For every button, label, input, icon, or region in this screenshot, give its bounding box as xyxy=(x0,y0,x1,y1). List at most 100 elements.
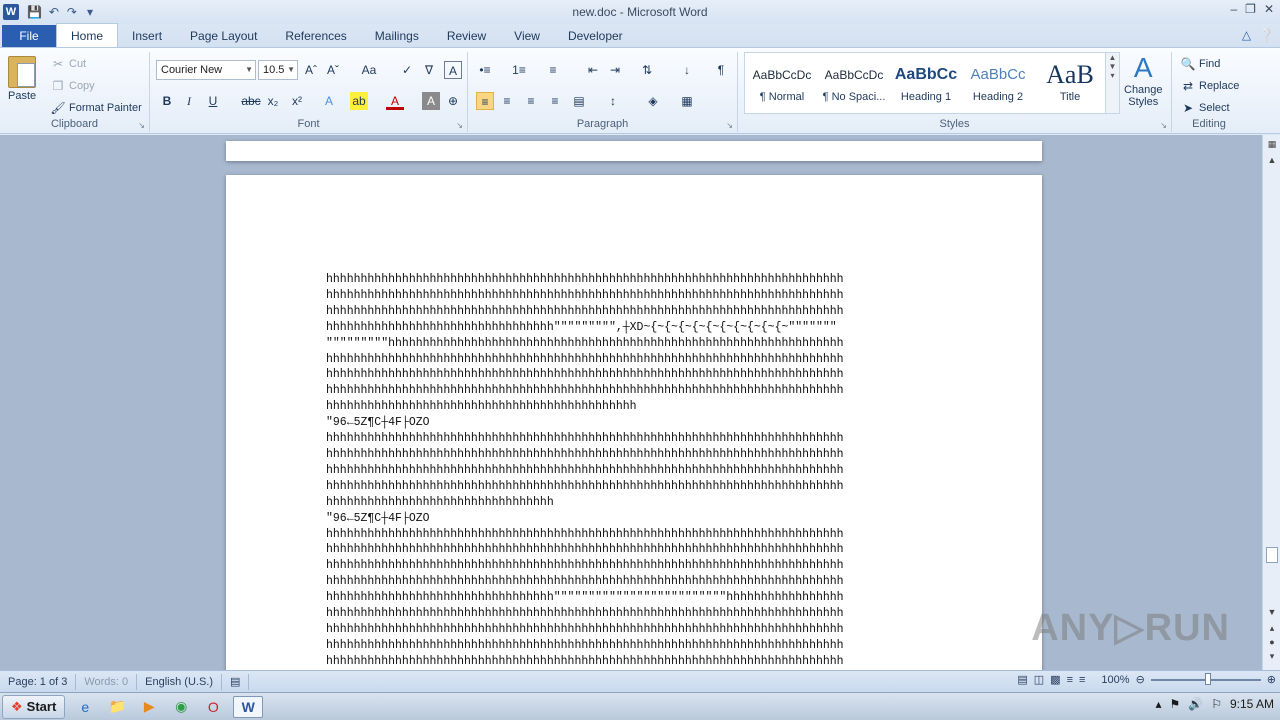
chrome-icon[interactable]: ◉ xyxy=(169,696,193,718)
redo-icon[interactable]: ↷ xyxy=(66,5,78,19)
document-line[interactable]: hhhhhhhhhhhhhhhhhhhhhhhhhhhhhhhhhhhhhhhh… xyxy=(326,367,946,383)
paragraph-launcher-icon[interactable]: ↘ xyxy=(726,121,733,130)
distributed-icon[interactable]: ▤ xyxy=(570,92,588,110)
document-line[interactable]: """""""""hhhhhhhhhhhhhhhhhhhhhhhhhhhhhhh… xyxy=(326,336,946,352)
start-button[interactable]: ❖ Start xyxy=(2,694,66,719)
volume-icon[interactable]: 🔊 xyxy=(1188,697,1203,711)
bold-button[interactable]: B xyxy=(158,92,176,110)
justify-icon[interactable]: ≡ xyxy=(546,92,564,110)
zoom-in-icon[interactable]: ⊕ xyxy=(1267,673,1276,686)
outline-view-icon[interactable]: ≡ xyxy=(1067,674,1073,686)
borders-icon[interactable]: ▦ xyxy=(678,92,696,110)
minimize-button[interactable]: – xyxy=(1230,2,1237,16)
font-name-combo[interactable]: Courier New ▼ xyxy=(156,60,256,80)
clock[interactable]: 9:15 AM xyxy=(1230,697,1274,711)
italic-button[interactable]: I xyxy=(180,92,198,110)
paste-button[interactable]: Paste xyxy=(8,56,36,102)
tab-home[interactable]: Home xyxy=(56,23,119,47)
document-line[interactable]: hhhhhhhhhhhhhhhhhhhhhhhhhhhhhhhhhhhhhhhh… xyxy=(326,352,946,368)
document-line[interactable]: hhhhhhhhhhhhhhhhhhhhhhhhhhhhhhhhh xyxy=(326,495,946,511)
strikethrough-button[interactable]: abc xyxy=(240,92,262,110)
tab-developer[interactable]: Developer xyxy=(554,25,637,47)
document-line[interactable]: hhhhhhhhhhhhhhhhhhhhhhhhhhhhhhhhhhhhhhhh… xyxy=(326,272,946,288)
document-line[interactable]: hhhhhhhhhhhhhhhhhhhhhhhhhhhhhhhhh"""""""… xyxy=(326,320,946,336)
align-left-icon[interactable]: ≡ xyxy=(476,92,494,110)
decrease-indent-icon[interactable]: ⇤ xyxy=(584,61,602,79)
numbering-icon[interactable]: 1≡ xyxy=(510,61,528,79)
clipboard-launcher-icon[interactable]: ↘ xyxy=(138,121,145,130)
ruler-toggle-icon[interactable]: ▦ xyxy=(1263,139,1280,150)
font-size-combo[interactable]: 10.5 ▼ xyxy=(258,60,298,80)
document-line[interactable]: hhhhhhhhhhhhhhhhhhhhhhhhhhhhhhhhhhhhhhhh… xyxy=(326,558,946,574)
spelling-icon[interactable]: ✓ xyxy=(398,61,416,79)
replace-button[interactable]: ⇄ Replace xyxy=(1180,78,1239,94)
styles-launcher-icon[interactable]: ↘ xyxy=(1160,121,1167,130)
word-app-icon[interactable]: W xyxy=(3,4,19,20)
tab-page-layout[interactable]: Page Layout xyxy=(176,25,271,47)
full-screen-reading-icon[interactable]: ◫ xyxy=(1034,673,1044,686)
zoom-out-icon[interactable]: ⊖ xyxy=(1136,673,1145,686)
document-line[interactable]: hhhhhhhhhhhhhhhhhhhhhhhhhhhhhhhhhhhhhhhh… xyxy=(326,479,946,495)
previous-page-icon[interactable]: ▴ xyxy=(1263,623,1280,634)
vertical-scrollbar[interactable]: ▦ ▲ ▼ ▴ ● ▾ xyxy=(1262,135,1280,670)
superscript-button[interactable]: x² xyxy=(288,92,306,110)
style-no-spacing[interactable]: AaBbCcDc ¶ No Spaci... xyxy=(819,59,889,111)
tab-references[interactable]: References xyxy=(271,25,360,47)
find-button[interactable]: 🔍 Find xyxy=(1180,56,1221,72)
cut-button[interactable]: ✂ Cut xyxy=(50,56,86,72)
document-line[interactable]: hhhhhhhhhhhhhhhhhhhhhhhhhhhhhhhhhhhhhhhh… xyxy=(326,606,946,622)
copy-button[interactable]: ❐ Copy xyxy=(50,78,95,94)
document-line[interactable]: hhhhhhhhhhhhhhhhhhhhhhhhhhhhhhhhhhhhhhhh… xyxy=(326,622,946,638)
asian-layout-icon[interactable]: ⇅ xyxy=(638,61,656,79)
style-heading-1[interactable]: AaBbCc Heading 1 xyxy=(891,59,961,111)
increase-indent-icon[interactable]: ⇥ xyxy=(606,61,624,79)
tab-mailings[interactable]: Mailings xyxy=(361,25,433,47)
scroll-down-icon[interactable]: ▼ xyxy=(1263,607,1280,617)
show-hide-button[interactable]: ¶ xyxy=(712,61,730,79)
tab-file[interactable]: File xyxy=(2,25,56,47)
text-effects-icon[interactable]: A xyxy=(320,92,338,110)
document-line[interactable]: hhhhhhhhhhhhhhhhhhhhhhhhhhhhhhhhhhhhhhhh… xyxy=(326,542,946,558)
web-layout-icon[interactable]: ▩ xyxy=(1050,673,1060,686)
document-line[interactable]: "96←5Z¶C┼4F├OZO xyxy=(326,511,946,527)
bullets-icon[interactable]: •≡ xyxy=(476,61,494,79)
document-body[interactable]: hhhhhhhhhhhhhhhhhhhhhhhhhhhhhhhhh hhhhhhh… xyxy=(326,272,946,670)
page-count[interactable]: Page: 1 of 3 xyxy=(0,673,77,690)
document-line[interactable]: hhhhhhhhhhhhhhhhhhhhhhhhhhhhhhhhhhhhhhhh… xyxy=(326,383,946,399)
highlight-icon[interactable]: ab xyxy=(350,92,368,110)
document-line[interactable]: hhhhhhhhhhhhhhhhhhhhhhhhhhhhhhhhhhhhhhhh… xyxy=(326,288,946,304)
document-line[interactable]: hhhhhhhhhhhhhhhhhhhhhhhhhhhhhhhhhhhhhhhh… xyxy=(326,638,946,654)
language-indicator[interactable]: English (U.S.) xyxy=(137,673,222,690)
browse-object-icon[interactable]: ● xyxy=(1263,637,1280,647)
tab-insert[interactable]: Insert xyxy=(118,25,176,47)
save-icon[interactable]: 💾 xyxy=(27,5,42,19)
document-line[interactable]: hhhhhhhhhhhhhhhhhhhhhhhhhhhhhhhhhhhhhhhh… xyxy=(326,463,946,479)
internet-explorer-icon[interactable]: e xyxy=(73,696,97,718)
maximize-button[interactable]: ❐ xyxy=(1245,2,1256,16)
scroll-thumb[interactable] xyxy=(1266,547,1278,563)
phonetic-icon[interactable]: ∇ xyxy=(420,61,438,79)
document-line[interactable]: hhhhhhhhhhhhhhhhhhhhhhhhhhhhhhhhhhhhhhhh… xyxy=(326,654,946,670)
zoom-slider[interactable] xyxy=(1150,672,1261,685)
document-page[interactable]: hhhhhhhhhhhhhhhhhhhhhhhhhhhhhhhhh hhhhhhh… xyxy=(226,175,1042,670)
change-styles-button[interactable]: A Change Styles xyxy=(1124,52,1163,108)
multilevel-list-icon[interactable]: ≡ xyxy=(544,61,562,79)
minimize-ribbon-icon[interactable]: △ xyxy=(1242,28,1251,42)
shrink-font-button[interactable]: Aˇ xyxy=(324,61,342,79)
customize-qat-icon[interactable]: ▾ xyxy=(84,5,96,19)
document-line[interactable]: hhhhhhhhhhhhhhhhhhhhhhhhhhhhhhhhhhhhhhhh… xyxy=(326,304,946,320)
font-launcher-icon[interactable]: ↘ xyxy=(456,121,463,130)
help-icon[interactable]: ❔ xyxy=(1259,28,1274,42)
macro-record-icon[interactable]: ▤ xyxy=(222,673,250,690)
zoom-slider-knob[interactable] xyxy=(1204,672,1211,685)
select-button[interactable]: ➤ Select xyxy=(1180,100,1230,116)
document-line[interactable]: "96←5Z¶C┼4F├OZO xyxy=(326,415,946,431)
action-center-icon[interactable]: ⚑ xyxy=(1169,697,1180,711)
shading-icon[interactable]: ◈ xyxy=(644,92,662,110)
character-border-button[interactable]: A xyxy=(444,61,462,79)
sort-icon[interactable]: ↓ xyxy=(678,61,696,79)
print-layout-view-icon[interactable]: ▤ xyxy=(1017,673,1027,686)
draft-view-icon[interactable]: ≡ xyxy=(1079,674,1085,686)
scroll-up-icon[interactable]: ▲ xyxy=(1263,155,1280,165)
align-center-icon[interactable]: ≡ xyxy=(498,92,516,110)
